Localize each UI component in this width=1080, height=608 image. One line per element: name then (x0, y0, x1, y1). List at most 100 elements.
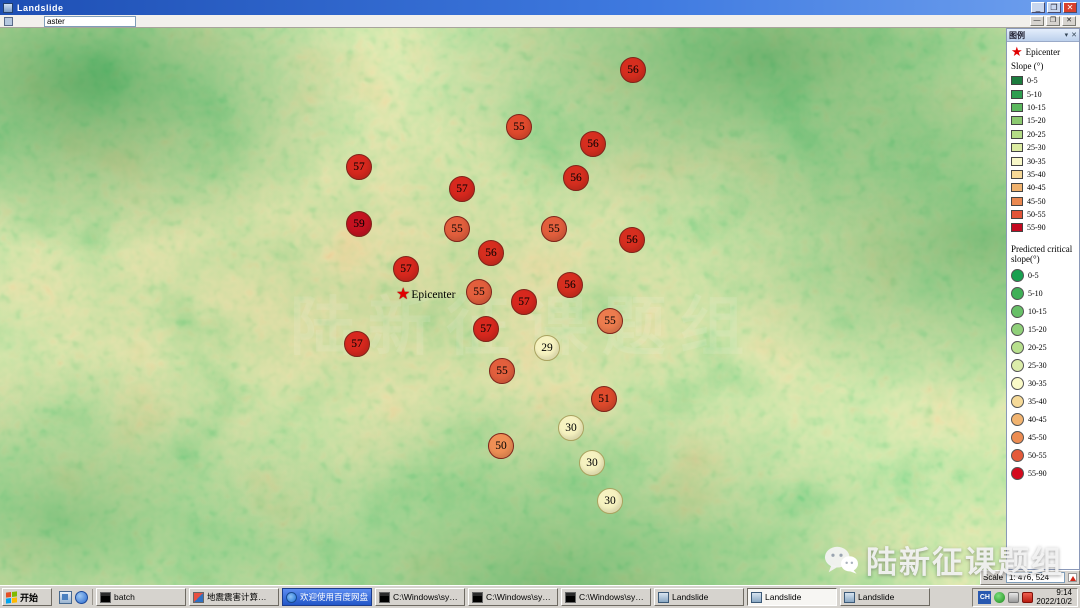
taskbar-item-label: Landslide (858, 592, 894, 602)
taskbar-item[interactable]: C:\Windows\syst... (375, 588, 465, 606)
slope-marker[interactable]: 55 (597, 308, 623, 334)
legend-body: Epicenter Slope (°) 0-55-1010-1515-2020-… (1007, 42, 1079, 569)
land-icon (751, 592, 762, 603)
critical-legend-row: 5-10 (1011, 285, 1076, 303)
slope-marker[interactable]: 30 (558, 415, 584, 441)
critical-swatch (1011, 269, 1024, 282)
epicenter-label: Epicenter (411, 289, 455, 301)
alert-tray-icon[interactable] (1022, 592, 1033, 603)
slope-class-label: 10-15 (1027, 103, 1046, 112)
legend-critical-title: Predicted critical slope(°) (1011, 244, 1076, 264)
slope-marker[interactable]: 55 (541, 216, 567, 242)
slope-marker[interactable]: 57 (393, 256, 419, 282)
legend-panel: 图例 Epicenter Slope (°) 0-55-1010-1515-20… (1006, 28, 1080, 570)
taskbar-item[interactable]: C:\Windows\syst... (468, 588, 558, 606)
slope-marker[interactable]: 56 (478, 240, 504, 266)
critical-class-label: 25-30 (1028, 361, 1047, 370)
critical-class-label: 45-50 (1028, 433, 1047, 442)
taskbar-item[interactable]: Landslide (747, 588, 837, 606)
pin-icon[interactable] (1065, 30, 1069, 41)
cloud-icon (286, 592, 297, 603)
slope-swatch (1011, 76, 1023, 85)
quick-launch (55, 589, 93, 605)
clock[interactable]: 9:14 2022/10/2 (1036, 588, 1072, 606)
slope-marker[interactable]: 57 (473, 316, 499, 342)
slope-legend-row: 55-90 (1011, 221, 1076, 234)
critical-legend-row: 0-5 (1011, 267, 1076, 285)
taskbar-item[interactable]: 地震震害计算程序.. (189, 588, 279, 606)
critical-swatch (1011, 359, 1024, 372)
slope-marker[interactable]: 55 (444, 216, 470, 242)
child-minimize-button[interactable] (1030, 16, 1044, 26)
critical-legend-rows: 0-55-1010-1515-2020-2525-3030-3535-4040-… (1011, 267, 1076, 483)
critical-swatch (1011, 449, 1024, 462)
slope-marker[interactable]: 29 (534, 335, 560, 361)
slope-marker[interactable]: 56 (619, 227, 645, 253)
slope-marker[interactable]: 59 (346, 211, 372, 237)
layer-combo-input[interactable] (44, 16, 136, 27)
slope-marker[interactable]: 57 (449, 176, 475, 202)
slope-swatch (1011, 157, 1023, 166)
slope-legend-row: 30-35 (1011, 154, 1076, 167)
taskbar-item-label: batch (114, 592, 135, 602)
slope-marker[interactable]: 51 (591, 386, 617, 412)
language-indicator[interactable]: CH (978, 591, 991, 604)
scale-value: 1: 476, 524 (1006, 572, 1065, 583)
taskbar-item-label: 欢迎使用百度网盘 (300, 591, 368, 603)
start-button[interactable]: 开始 (2, 588, 52, 606)
legend-header[interactable]: 图例 (1007, 29, 1079, 42)
system-tray: CH 9:14 2022/10/2 (972, 588, 1078, 607)
legend-close-icon[interactable] (1071, 30, 1077, 41)
antivirus-tray-icon[interactable] (994, 592, 1005, 603)
window-title: Landslide (17, 3, 64, 13)
scale-statusbar: Scale 1: 476, 524 (980, 570, 1080, 585)
browser-icon[interactable] (75, 591, 88, 604)
taskbar-item[interactable]: Landslide (840, 588, 930, 606)
show-desktop-icon[interactable] (59, 591, 72, 604)
slope-marker[interactable]: 30 (579, 450, 605, 476)
critical-legend-row: 30-35 (1011, 375, 1076, 393)
legend-title: 图例 (1009, 30, 1025, 41)
taskbar-item-label: Landslide (765, 592, 801, 602)
maximize-button[interactable] (1047, 2, 1061, 13)
minimize-button[interactable] (1031, 2, 1045, 13)
legend-epicenter-row: Epicenter (1011, 46, 1076, 58)
taskbar-item[interactable]: C:\Windows\syst... (561, 588, 651, 606)
slope-marker[interactable]: 56 (557, 272, 583, 298)
critical-swatch (1011, 323, 1024, 336)
taskbar-item-label: C:\Windows\syst... (393, 592, 461, 602)
slope-marker[interactable]: 57 (511, 289, 537, 315)
app-icon (193, 592, 204, 603)
slope-swatch (1011, 90, 1023, 99)
slope-marker[interactable]: 50 (488, 433, 514, 459)
taskbar-item[interactable]: Landslide (654, 588, 744, 606)
epicenter-marker[interactable]: Epicenter (396, 287, 455, 303)
taskbar-item[interactable]: batch (96, 588, 186, 606)
map-view[interactable]: 陆新征课题组 565556575657595555565657565557555… (0, 28, 1006, 585)
slope-marker[interactable]: 55 (506, 114, 532, 140)
slope-marker[interactable]: 55 (489, 358, 515, 384)
slope-marker[interactable]: 56 (620, 57, 646, 83)
slope-legend-row: 40-45 (1011, 181, 1076, 194)
slope-class-label: 25-30 (1027, 143, 1046, 152)
slope-marker[interactable]: 56 (580, 131, 606, 157)
slope-marker[interactable]: 55 (466, 279, 492, 305)
child-close-button[interactable] (1062, 16, 1076, 26)
critical-legend-row: 50-55 (1011, 447, 1076, 465)
slope-marker[interactable]: 57 (346, 154, 372, 180)
critical-swatch (1011, 431, 1024, 444)
clock-time: 9:14 (1056, 588, 1072, 597)
legend-epicenter-label: Epicenter (1026, 47, 1060, 57)
slope-swatch (1011, 143, 1023, 152)
taskbar-item[interactable]: 欢迎使用百度网盘 (282, 588, 372, 606)
slope-marker[interactable]: 30 (597, 488, 623, 514)
critical-swatch (1011, 395, 1024, 408)
slope-marker[interactable]: 56 (563, 165, 589, 191)
slope-class-label: 45-50 (1027, 197, 1046, 206)
critical-legend-row: 20-25 (1011, 339, 1076, 357)
child-restore-button[interactable] (1046, 16, 1060, 26)
close-button[interactable] (1063, 2, 1077, 13)
volume-tray-icon[interactable] (1008, 592, 1019, 603)
slope-legend-row: 50-55 (1011, 208, 1076, 221)
slope-marker[interactable]: 57 (344, 331, 370, 357)
